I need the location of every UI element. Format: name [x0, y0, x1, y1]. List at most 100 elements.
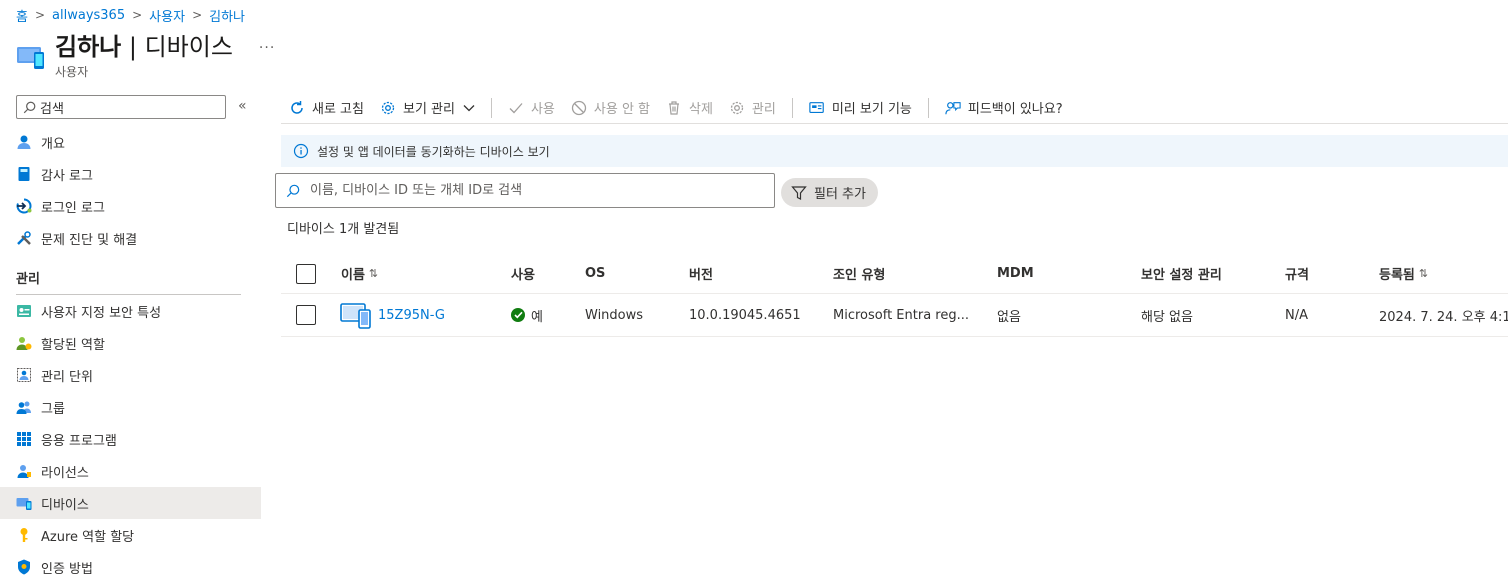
manage-button[interactable]: 관리: [721, 94, 784, 122]
sidebar-item-label: 문제 진단 및 해결: [41, 232, 138, 248]
sidebar-item-label: 인증 방법: [41, 561, 93, 577]
chevron-right-icon: >: [192, 8, 203, 22]
sidebar-item-azure-role-assignments[interactable]: Azure 역할 할당: [0, 519, 261, 551]
sidebar-item-auth-methods[interactable]: 인증 방법: [0, 551, 261, 583]
refresh-button[interactable]: 새로 고침: [281, 94, 372, 122]
more-options-button[interactable]: ...: [259, 36, 275, 52]
sidebar-item-applications[interactable]: 응용 프로그램: [0, 423, 261, 455]
device-search[interactable]: [275, 173, 775, 208]
sidebar-search-input[interactable]: [40, 99, 210, 115]
device-search-input[interactable]: [310, 183, 750, 198]
sidebar-item-label: 응용 프로그램: [41, 433, 117, 449]
result-count: 디바이스 1개 발견됨: [287, 222, 400, 237]
collapse-icon[interactable]: «: [238, 98, 247, 114]
feedback-icon: [945, 100, 961, 116]
breadcrumb-home[interactable]: 홈: [16, 6, 28, 25]
breadcrumb-users[interactable]: 사용자: [149, 6, 185, 25]
toolbar-divider: [927, 97, 929, 118]
sidebar-item-label: 할당된 역할: [41, 337, 105, 353]
disable-label: 사용 안 함: [593, 102, 650, 117]
column-label: 규격: [1285, 268, 1309, 283]
page-title-separator: |: [121, 33, 145, 61]
sidebar-item-overview[interactable]: 개요: [0, 126, 261, 158]
breadcrumb: 홈 > allways365 > 사용자 > 김하나: [16, 6, 245, 25]
info-icon: [293, 143, 309, 159]
info-banner: 설정 및 앱 데이터를 동기화하는 디바이스 보기: [281, 135, 1508, 167]
enable-button[interactable]: 사용: [500, 94, 563, 122]
main-content: 새로 고침 보기 관리 사용 사용 안 함 삭제 관리 미리 보기 기능 피드백…: [275, 92, 1508, 587]
disable-button[interactable]: 사용 안 함: [563, 94, 658, 122]
column-header-version[interactable]: 버전: [689, 254, 713, 293]
device-name-cell: 15Z95N-G: [340, 294, 445, 336]
sidebar-item-label: 디바이스: [41, 497, 89, 513]
enabled-value: 예: [531, 309, 543, 325]
admin-unit-icon: [16, 367, 32, 383]
column-header-enabled[interactable]: 사용: [511, 254, 535, 293]
feedback-label: 피드백이 있나요?: [967, 102, 1063, 117]
table-header-row: 이름 ⇅ 사용 OS 버전 조인 유형 MDM 보안 설정 관리 규격 등록됨 ⇅: [281, 254, 1508, 294]
column-header-os[interactable]: OS: [585, 254, 605, 293]
table-row[interactable]: 15Z95N-G 예 Windows 10.0.19045.4651 Micro…: [281, 294, 1508, 337]
device-icon: [340, 303, 371, 329]
column-label: 등록됨: [1379, 268, 1415, 283]
sidebar-item-groups[interactable]: 그룹: [0, 391, 261, 423]
row-checkbox[interactable]: [296, 305, 316, 325]
sidebar-item-licenses[interactable]: 라이선스: [0, 455, 261, 487]
column-label: 보안 설정 관리: [1141, 268, 1222, 283]
column-header-name[interactable]: 이름 ⇅: [341, 254, 378, 293]
select-all-checkbox[interactable]: [296, 263, 316, 284]
gear-icon: [380, 100, 396, 116]
sidebar-item-diagnose[interactable]: 문제 진단 및 해결: [0, 222, 261, 254]
wrench-icon: [16, 230, 32, 246]
devices-table: 이름 ⇅ 사용 OS 버전 조인 유형 MDM 보안 설정 관리 규격 등록됨 ⇅ …: [281, 254, 1508, 337]
column-label: MDM: [997, 266, 1034, 281]
sidebar-item-admin-units[interactable]: 관리 단위: [0, 359, 261, 391]
mdm-cell: 없음: [997, 309, 1021, 325]
compliant-cell: N/A: [1285, 307, 1308, 323]
device-icon: [17, 47, 44, 69]
chevron-down-icon: [463, 104, 475, 112]
sidebar-item-custom-security-attributes[interactable]: 사용자 지정 보안 특성: [0, 295, 261, 327]
sidebar-item-audit-logs[interactable]: 감사 로그: [0, 158, 261, 190]
device-icon: [16, 495, 32, 511]
license-icon: [16, 463, 32, 479]
sort-icon: ⇅: [368, 267, 379, 280]
breadcrumb-user[interactable]: 김하나: [209, 6, 245, 25]
sidebar-item-label: 로그인 로그: [41, 200, 105, 216]
role-icon: [16, 335, 32, 351]
breadcrumb-tenant[interactable]: allways365: [52, 8, 125, 23]
sidebar-item-assigned-roles[interactable]: 할당된 역할: [0, 327, 261, 359]
sidebar-item-label: 개요: [41, 136, 65, 152]
column-label: 사용: [511, 268, 535, 283]
filter-icon: [791, 185, 807, 201]
sidebar-item-label: Azure 역할 할당: [41, 529, 135, 545]
checkmark-icon: [508, 100, 524, 116]
group-icon: [16, 399, 32, 415]
security-mgmt-cell: 해당 없음: [1141, 309, 1193, 325]
sidebar-item-devices[interactable]: 디바이스: [0, 487, 261, 519]
device-name-link[interactable]: 15Z95N-G: [378, 308, 445, 323]
sidebar-item-label: 그룹: [41, 401, 65, 417]
manage-view-button[interactable]: 보기 관리: [372, 94, 483, 122]
column-header-registered[interactable]: 등록됨 ⇅: [1379, 254, 1428, 293]
column-label: 이름: [341, 268, 365, 283]
feedback-button[interactable]: 피드백이 있나요?: [937, 94, 1071, 122]
preview-features-button[interactable]: 미리 보기 기능: [801, 94, 920, 122]
sidebar-search[interactable]: [16, 95, 226, 119]
column-header-mdm[interactable]: MDM: [997, 254, 1034, 293]
column-header-join-type[interactable]: 조인 유형: [833, 254, 885, 293]
sidebar-item-signin-logs[interactable]: 로그인 로그: [0, 190, 261, 222]
add-filter-button[interactable]: 필터 추가: [781, 178, 878, 207]
os-cell: Windows: [585, 307, 644, 323]
person-icon: [16, 134, 32, 150]
signin-icon: [16, 198, 32, 214]
delete-button[interactable]: 삭제: [658, 94, 721, 122]
column-header-security-mgmt[interactable]: 보안 설정 관리: [1141, 254, 1222, 293]
sidebar-item-label: 라이선스: [41, 465, 89, 481]
sidebar-section-manage: 관리: [16, 272, 40, 287]
page-header: 김하나 | 디바이스 사용자 ...: [16, 32, 275, 82]
command-bar: 새로 고침 보기 관리 사용 사용 안 함 삭제 관리 미리 보기 기능 피드백…: [281, 92, 1508, 124]
column-header-compliant[interactable]: 규격: [1285, 254, 1309, 293]
registered-cell: 2024. 7. 24. 오후 4:14: [1379, 309, 1508, 325]
page-title-name: 김하나: [55, 33, 122, 61]
